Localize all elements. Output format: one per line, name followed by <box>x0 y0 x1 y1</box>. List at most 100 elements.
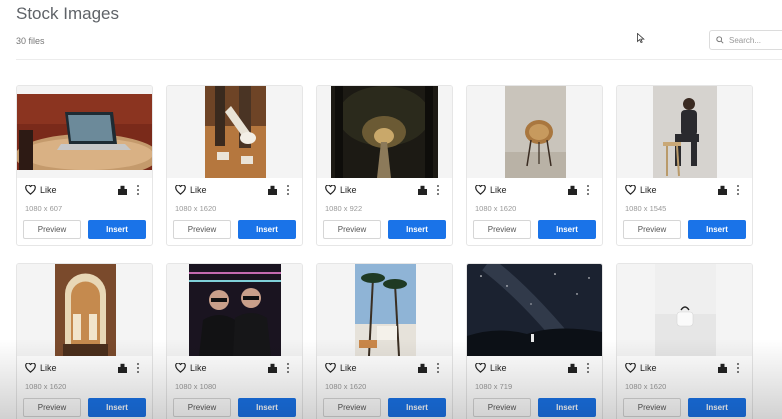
stack-icon[interactable] <box>717 185 728 196</box>
more-options-icon[interactable] <box>435 184 441 196</box>
image-thumbnail[interactable] <box>167 264 302 356</box>
insert-button[interactable]: Insert <box>388 398 446 417</box>
more-options-icon[interactable] <box>585 184 591 196</box>
more-options-icon[interactable] <box>135 362 141 374</box>
image-thumbnail[interactable] <box>17 264 152 356</box>
like-button[interactable]: Like <box>175 363 207 373</box>
insert-button[interactable]: Insert <box>538 220 596 239</box>
stack-icon[interactable] <box>567 363 578 374</box>
preview-button[interactable]: Preview <box>23 398 81 417</box>
like-label: Like <box>190 363 207 373</box>
preview-button[interactable]: Preview <box>23 220 81 239</box>
white-cup-photo <box>655 264 716 356</box>
header-divider <box>16 59 782 60</box>
insert-button[interactable]: Insert <box>88 398 146 417</box>
forest-photo <box>331 86 438 178</box>
image-dimensions: 1080 x 1545 <box>625 204 667 213</box>
two-men-photo <box>189 264 281 356</box>
stack-icon[interactable] <box>267 363 278 374</box>
preview-button[interactable]: Preview <box>173 220 231 239</box>
image-dimensions: 1080 x 1080 <box>175 382 217 391</box>
like-label: Like <box>340 363 357 373</box>
like-label: Like <box>40 185 57 195</box>
like-button[interactable]: Like <box>625 363 657 373</box>
like-button[interactable]: Like <box>625 185 657 195</box>
archway-photo <box>55 264 116 356</box>
like-button[interactable]: Like <box>175 185 207 195</box>
insert-button[interactable]: Insert <box>238 398 296 417</box>
insert-button[interactable]: Insert <box>688 220 746 239</box>
image-card: Like 1080 x 1620 Preview Insert <box>616 263 753 419</box>
image-thumbnail[interactable] <box>467 86 602 178</box>
image-thumbnail[interactable] <box>167 86 302 178</box>
stack-icon[interactable] <box>417 363 428 374</box>
image-card: Like 1080 x 922 Preview Insert <box>316 85 453 246</box>
page-title: Stock Images <box>16 4 119 23</box>
like-button[interactable]: Like <box>25 185 57 195</box>
search-icon <box>716 36 724 44</box>
palm-trees-photo <box>355 264 416 356</box>
guitar-photo <box>205 86 266 178</box>
image-dimensions: 1080 x 1620 <box>475 204 517 213</box>
image-dimensions: 1080 x 607 <box>25 204 63 213</box>
preview-button[interactable]: Preview <box>323 398 381 417</box>
like-label: Like <box>640 363 657 373</box>
like-button[interactable]: Like <box>325 185 357 195</box>
image-dimensions: 1080 x 1620 <box>625 382 667 391</box>
like-label: Like <box>490 363 507 373</box>
more-options-icon[interactable] <box>285 184 291 196</box>
image-card: Like 1080 x 1620 Preview Insert <box>166 85 303 246</box>
insert-button[interactable]: Insert <box>388 220 446 239</box>
like-button[interactable]: Like <box>475 363 507 373</box>
more-options-icon[interactable] <box>735 362 741 374</box>
stack-icon[interactable] <box>117 185 128 196</box>
image-grid: Like 1080 x 607 Preview Insert Like 1080… <box>16 85 753 419</box>
stack-icon[interactable] <box>417 185 428 196</box>
stack-icon[interactable] <box>117 363 128 374</box>
insert-button[interactable]: Insert <box>238 220 296 239</box>
more-options-icon[interactable] <box>285 362 291 374</box>
preview-button[interactable]: Preview <box>623 398 681 417</box>
stack-icon[interactable] <box>267 185 278 196</box>
preview-button[interactable]: Preview <box>623 220 681 239</box>
insert-button[interactable]: Insert <box>538 398 596 417</box>
heart-icon <box>175 363 186 373</box>
heart-icon <box>25 185 36 195</box>
more-options-icon[interactable] <box>735 184 741 196</box>
image-thumbnail[interactable] <box>17 86 152 178</box>
image-card: Like 1080 x 1620 Preview Insert <box>316 263 453 419</box>
stock-images-page: Stock Images 30 files Search... Like 108… <box>0 0 782 419</box>
like-label: Like <box>190 185 207 195</box>
image-card: Like 1080 x 607 Preview Insert <box>16 85 153 246</box>
more-options-icon[interactable] <box>135 184 141 196</box>
insert-button[interactable]: Insert <box>88 220 146 239</box>
image-dimensions: 1080 x 1620 <box>25 382 67 391</box>
image-thumbnail[interactable] <box>317 264 452 356</box>
stack-icon[interactable] <box>567 185 578 196</box>
preview-button[interactable]: Preview <box>473 398 531 417</box>
preview-button[interactable]: Preview <box>323 220 381 239</box>
file-count: 30 files <box>16 36 45 46</box>
preview-button[interactable]: Preview <box>173 398 231 417</box>
image-thumbnail[interactable] <box>617 86 752 178</box>
image-thumbnail[interactable] <box>317 86 452 178</box>
like-button[interactable]: Like <box>475 185 507 195</box>
more-options-icon[interactable] <box>585 362 591 374</box>
preview-button[interactable]: Preview <box>473 220 531 239</box>
search-input[interactable] <box>729 35 779 45</box>
insert-button[interactable]: Insert <box>688 398 746 417</box>
more-options-icon[interactable] <box>435 362 441 374</box>
heart-icon <box>325 363 336 373</box>
image-card: Like 1080 x 1545 Preview Insert <box>616 85 753 246</box>
image-thumbnail[interactable] <box>617 264 752 356</box>
image-dimensions: 1080 x 1620 <box>175 204 217 213</box>
like-button[interactable]: Like <box>25 363 57 373</box>
image-dimensions: 1080 x 922 <box>325 204 363 213</box>
like-label: Like <box>490 185 507 195</box>
stack-icon[interactable] <box>717 363 728 374</box>
heart-icon <box>175 185 186 195</box>
image-thumbnail[interactable] <box>467 264 602 356</box>
like-button[interactable]: Like <box>325 363 357 373</box>
search-box[interactable] <box>709 30 782 50</box>
like-label: Like <box>640 185 657 195</box>
